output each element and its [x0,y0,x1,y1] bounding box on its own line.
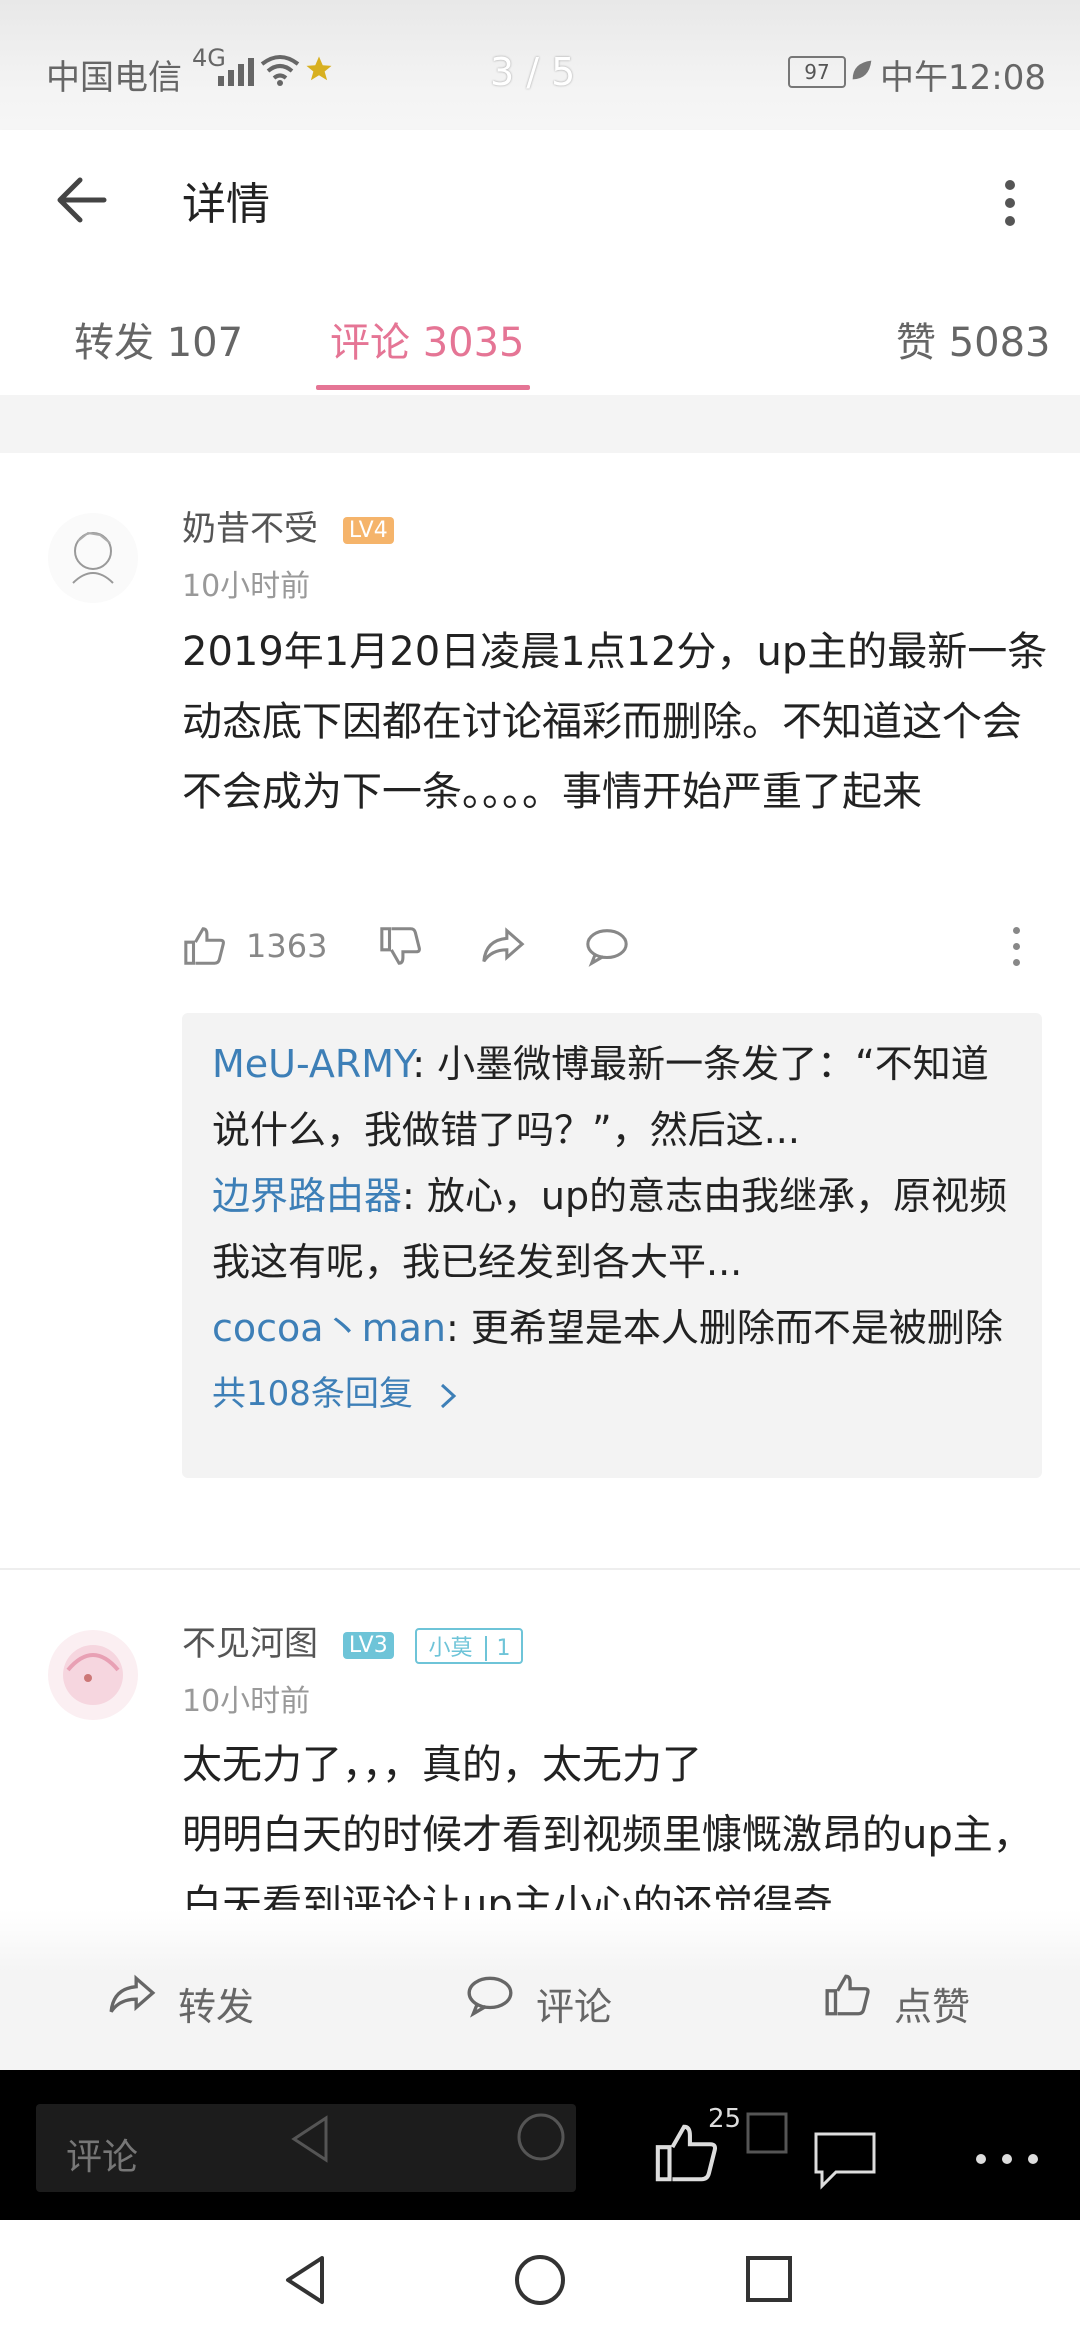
tab-comments[interactable]: 评论 3035 [330,310,525,368]
forward-button[interactable]: 转发 [104,1970,254,2029]
comment-icon [467,1976,513,2018]
forward-label: 转发 [178,1985,255,2029]
section-divider [0,395,1080,453]
tab-forward[interactable]: 转发 107 [74,310,243,368]
reply-author[interactable]: MeU-ARMY [212,1042,412,1086]
home-circle-icon [517,2113,565,2161]
reply-author[interactable]: 边界路由器 [212,1174,402,1218]
status-bar: 中国电信 4G 3 / 5 97 中午12:08 [0,0,1080,130]
reply-text: : 更希望是本人删除而不是被删除 [445,1306,1003,1350]
share-icon[interactable] [478,923,528,969]
phone-screen: 中国电信 4G 3 / 5 97 中午12:08 详情 转发 107 评论 30… [0,0,1080,2340]
reply-item: cocoa丶man: 更希望是本人删除而不是被删除 [212,1295,1012,1361]
comment-time: 10小时前 [182,1684,311,1719]
comment-label: 评论 [536,1985,613,2029]
back-arrow-icon[interactable] [50,170,110,230]
active-tab-indicator [316,385,530,390]
overlay-more-icon[interactable] [976,2154,1046,2166]
back-triangle-icon [291,2115,328,2163]
recents-square-icon [746,2112,788,2154]
battery-indicator: 97 [788,56,846,88]
username[interactable]: 不见河图 LV3 小莫 1 [182,1616,523,1665]
avatar-illustration-icon [63,1645,123,1705]
more-options-icon[interactable] [990,168,1030,238]
comment-input[interactable]: 评论 [36,2104,576,2192]
page-title: 详情 [182,179,270,230]
chevron-right-icon [440,1383,456,1408]
level-badge: LV4 [342,517,394,544]
comment-content: 太无力了，，，真的，太无力了 明明白天的时候才看到视频里慷慨激昂的up主，白天看… [182,1730,1052,1910]
nav-home-icon[interactable] [512,2252,568,2308]
thumbs-down-icon[interactable] [378,923,424,969]
comment-item: 奶昔不受 LV4 10小时前 2019年1月20日凌晨1点12分，up主的最新一… [0,453,1080,1568]
comment-time: 10小时前 [182,569,311,604]
wifi-icon [260,55,300,86]
username[interactable]: 奶昔不受 LV4 [182,501,394,550]
reply-item: MeU-ARMY: 小墨微博最新一条发了：“不知道说什么，我做错了吗？”，然后这… [212,1031,1012,1163]
like-label: 点赞 [894,1985,971,2029]
comment-item: 不见河图 LV3 小莫 1 10小时前 太无力了，，，真的，太无力了 明明白天的时… [0,1570,1080,1910]
system-nav-bar [0,2220,1080,2340]
reply-preview-box[interactable]: MeU-ARMY: 小墨微博最新一条发了：“不知道说什么，我做错了吗？”，然后这… [182,1013,1042,1478]
bottom-action-bar: 转发 评论 点赞 [0,1910,1080,2070]
comment-actions: 1363 [182,923,1042,983]
thumbs-up-icon [825,1974,870,2016]
overlay-like-button[interactable]: 25 [652,2104,742,2194]
image-pager: 3 / 5 [490,50,576,94]
top-app-bar: 详情 [0,130,1080,275]
nav-recents-icon[interactable] [744,2254,794,2304]
comment-input-placeholder: 评论 [66,2137,139,2178]
comment-more-icon[interactable] [1008,923,1028,973]
nav-back-icon[interactable] [280,2252,330,2308]
username-text: 不见河图 [182,1624,318,1664]
comment-content: 2019年1月20日凌晨1点12分，up主的最新一条动态底下因都在讨论福彩而删除… [182,629,1048,815]
reply-item: 边界路由器: 放心，up的意志由我继承，原视频我这有呢，我已经发到各大平... [212,1163,1012,1295]
tab-bar: 转发 107 评论 3035 赞 5083 [0,275,1080,396]
avatar-sketch-icon [72,531,114,584]
fan-badge[interactable]: 小莫 1 [414,1627,523,1664]
thumbs-up-icon[interactable] [182,923,228,969]
username-text: 奶昔不受 [182,509,318,549]
like-count: 1363 [246,927,328,965]
level-badge: LV3 [342,1632,394,1659]
comment-line: 明明白天的时候才看到视频里慷慨激昂的up主，白天看到评论让up主小心的还觉得奇 [182,1812,1033,1910]
carrier-label: 中国电信 [46,58,182,98]
comment-line: 太无力了，，，真的，太无力了 [182,1742,702,1788]
overlay-like-count: 25 [708,2104,742,2134]
like-button[interactable]: 点赞 [820,1970,970,2029]
leaf-icon [852,60,872,80]
fan-badge-level: 1 [484,1635,521,1661]
comment-button[interactable]: 评论 [462,1970,612,2029]
star-icon [306,56,332,81]
message-bubble-icon[interactable] [810,2128,880,2192]
comment-overlay-bar: 评论 25 [0,2070,1080,2220]
view-all-replies-link[interactable]: 共108条回复 [212,1361,1012,1427]
clock: 中午12:08 [880,58,1046,98]
signal-icon [218,58,254,86]
reply-author[interactable]: cocoa丶man [212,1306,446,1350]
avatar[interactable] [48,1630,138,1720]
avatar[interactable] [48,513,138,603]
forward-icon [109,1974,156,2013]
view-all-replies-label: 共108条回复 [212,1374,413,1414]
tab-likes[interactable]: 赞 5083 [896,310,1051,368]
reply-bubble-icon[interactable] [582,923,632,969]
fan-badge-name: 小莫 [428,1635,473,1661]
